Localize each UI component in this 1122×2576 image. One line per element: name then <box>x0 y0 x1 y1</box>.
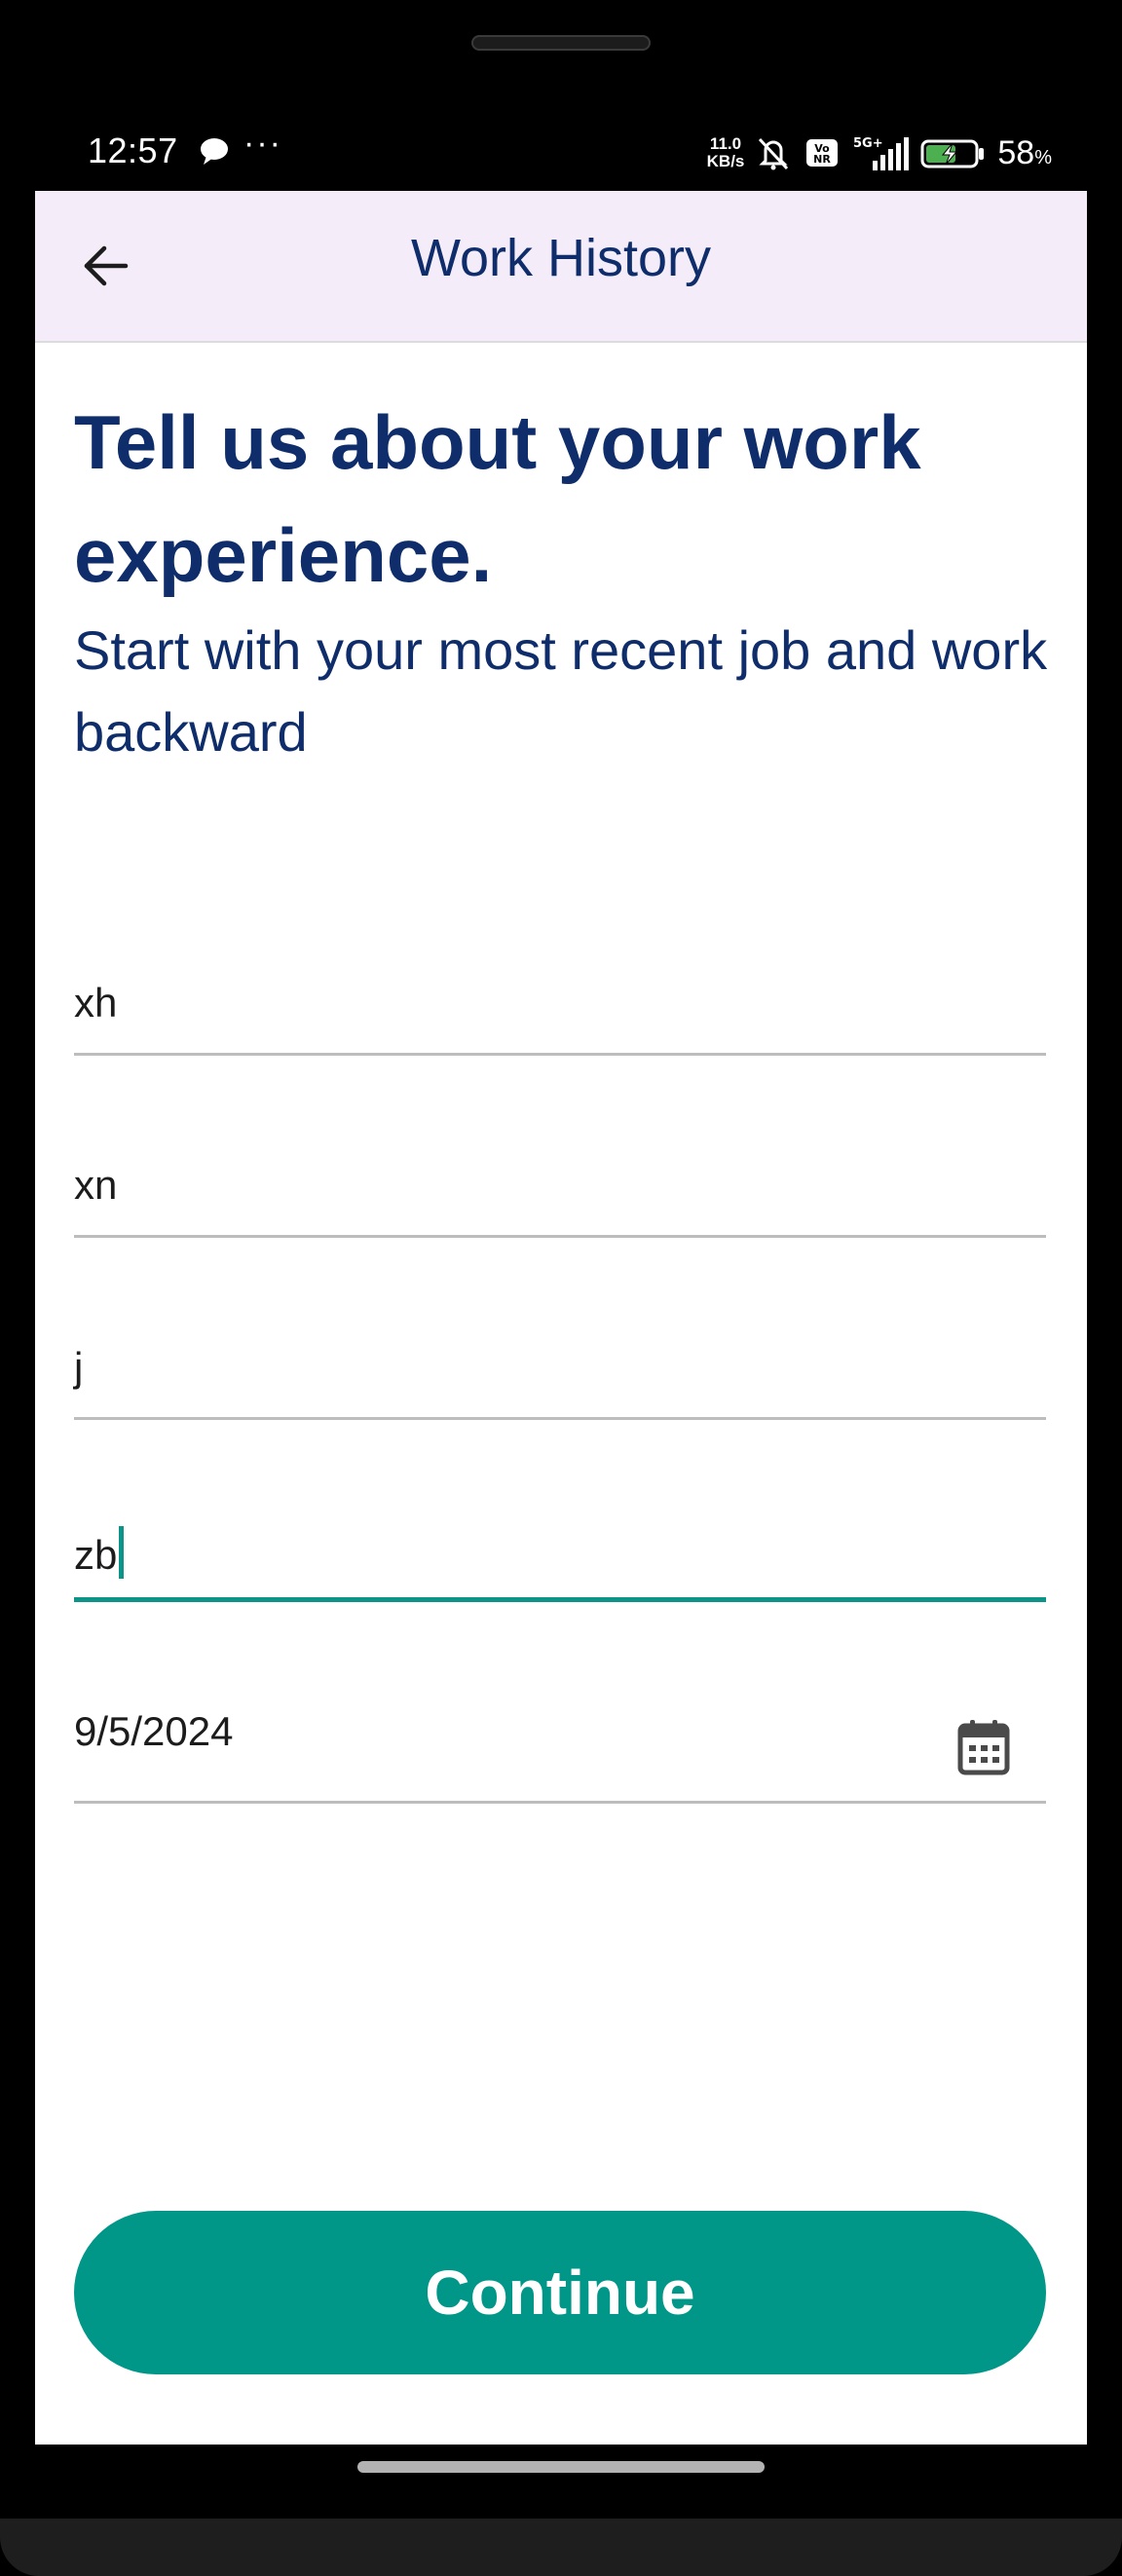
phone-frame: 12:57 ··· 11.0 KB/s Vo NR 5G+ 58% Work H… <box>0 0 1122 2576</box>
form-field-1[interactable]: xh <box>74 951 1046 1056</box>
gesture-nav-bar[interactable] <box>357 2461 765 2473</box>
battery-charging-icon <box>920 139 985 168</box>
app-bar: Work History <box>35 191 1087 343</box>
subheadline: Start with your most recent job and work… <box>74 619 1048 763</box>
message-icon <box>201 138 228 165</box>
app-screen: Work History Tell us about your work exp… <box>35 191 1087 2445</box>
form-field-1-value: xh <box>74 980 118 1026</box>
mute-icon <box>759 137 789 170</box>
network-speed-value: 11.0 <box>709 134 742 153</box>
status-bar: 12:57 ··· 11.0 KB/s Vo NR 5G+ 58% <box>35 121 1087 189</box>
date-field-value: 9/5/2024 <box>74 1708 234 1754</box>
form-field-3[interactable]: j <box>74 1315 1046 1420</box>
form-field-4-focused[interactable]: zb <box>74 1497 1046 1602</box>
page-title: Work History <box>410 229 712 287</box>
svg-text:5G+: 5G+ <box>853 136 883 151</box>
more-notifications-indicator: ··· <box>243 125 282 162</box>
form-field-4-value: zb <box>74 1526 125 1579</box>
volte-icon: Vo NR <box>806 139 839 167</box>
battery-percent: 58% <box>997 133 1052 171</box>
calendar-icon[interactable] <box>956 1718 1011 1776</box>
status-icons: 11.0 KB/s Vo NR 5G+ 58% <box>707 129 1052 177</box>
network-speed: 11.0 KB/s <box>707 135 745 170</box>
form-field-2-value: xn <box>74 1162 118 1208</box>
text-cursor <box>119 1526 125 1579</box>
phone-chin <box>0 2519 1122 2576</box>
signal-icon: 5G+ <box>853 136 910 170</box>
headline: Tell us about your work experience. <box>74 399 921 598</box>
svg-text:NR: NR <box>814 153 832 166</box>
network-speed-unit: KB/s <box>706 152 745 170</box>
status-time: 12:57 <box>88 131 178 170</box>
date-field[interactable]: 9/5/2024 <box>74 1681 1046 1804</box>
continue-button[interactable]: Continue <box>74 2211 1046 2374</box>
form-field-2[interactable]: xn <box>74 1133 1046 1238</box>
form-field-3-value: j <box>74 1344 84 1390</box>
earpiece-speaker <box>471 35 651 51</box>
